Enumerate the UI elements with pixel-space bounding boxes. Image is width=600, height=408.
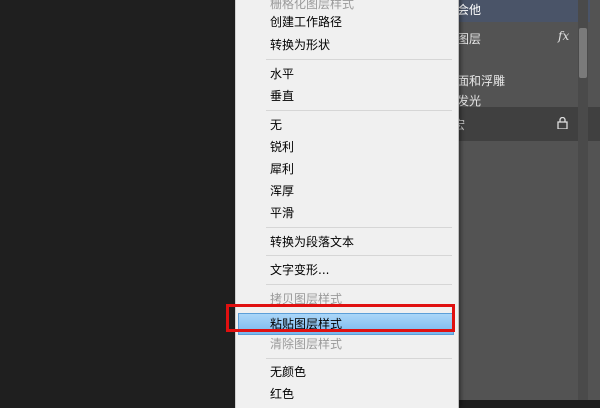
layer-selected-label: 会他 — [457, 3, 482, 17]
menu-item-convert-to-paragraph-text[interactable]: 转换为段落文本 — [270, 234, 354, 250]
layer-name[interactable]: 图层 — [457, 30, 481, 47]
menu-item-antialias-smooth[interactable]: 平滑 — [270, 205, 294, 221]
context-menu: 栅格化图层样式 创建工作路径 转换为形状 水平 垂直 无 锐利 犀利 浑厚 平滑… — [235, 0, 459, 408]
menu-item-vertical[interactable]: 垂直 — [270, 88, 294, 104]
menu-item-antialias-none[interactable]: 无 — [270, 117, 282, 133]
menu-separator — [266, 59, 452, 60]
layers-scrollbar[interactable] — [578, 0, 588, 400]
layer-item-selected[interactable]: 会他 — [455, 0, 590, 22]
menu-separator — [266, 284, 452, 285]
menu-separator — [266, 255, 452, 256]
menu-separator — [266, 358, 452, 359]
fx-icon[interactable]: fx — [558, 29, 569, 43]
scrollbar-thumb[interactable] — [579, 28, 587, 78]
menu-item-antialias-sharp[interactable]: 锐利 — [270, 139, 294, 155]
menu-item-create-work-path[interactable]: 创建工作路径 — [270, 14, 342, 30]
annotation-highlight-box — [226, 304, 455, 332]
menu-item-convert-to-shape[interactable]: 转换为形状 — [270, 37, 330, 53]
menu-item-horizontal[interactable]: 水平 — [270, 66, 294, 82]
menu-separator — [266, 110, 452, 111]
menu-item-antialias-strong[interactable]: 浑厚 — [270, 183, 294, 199]
menu-item-antialias-crisp[interactable]: 犀利 — [270, 161, 294, 177]
menu-separator — [266, 227, 452, 228]
menu-item-rasterize-layer-style: 栅格化图层样式 — [270, 0, 355, 11]
layer-effect-bevel[interactable]: 面和浮雕 — [457, 72, 505, 89]
menu-item-clear-layer-style: 清除图层样式 — [270, 337, 343, 351]
canvas-area — [0, 0, 235, 400]
menu-item-no-color[interactable]: 无颜色 — [270, 364, 306, 380]
menu-item-warp-text[interactable]: 文字变形... — [270, 262, 329, 278]
lock-icon — [557, 117, 568, 129]
